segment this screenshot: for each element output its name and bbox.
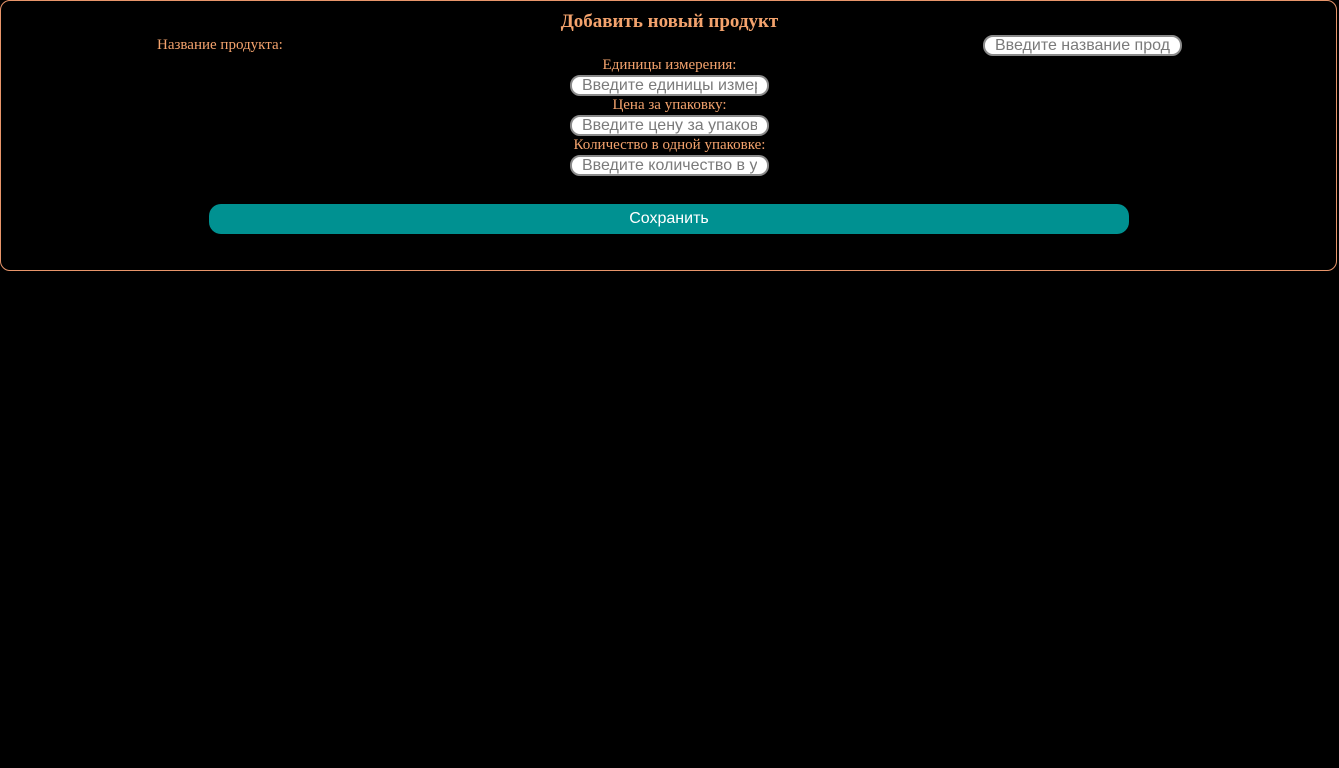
- form-title: Добавить новый продукт: [560, 11, 779, 32]
- units-input[interactable]: [570, 75, 769, 96]
- price-label: Цена за упаковку:: [612, 97, 727, 113]
- price-input[interactable]: [570, 115, 769, 136]
- save-button[interactable]: Сохранить: [209, 204, 1129, 234]
- quantity-input[interactable]: [570, 155, 769, 176]
- quantity-label: Количество в одной упаковке:: [573, 137, 766, 153]
- product-name-label: Название продукта:: [157, 37, 283, 53]
- product-name-input[interactable]: [983, 35, 1182, 56]
- units-label: Единицы измерения:: [602, 57, 737, 73]
